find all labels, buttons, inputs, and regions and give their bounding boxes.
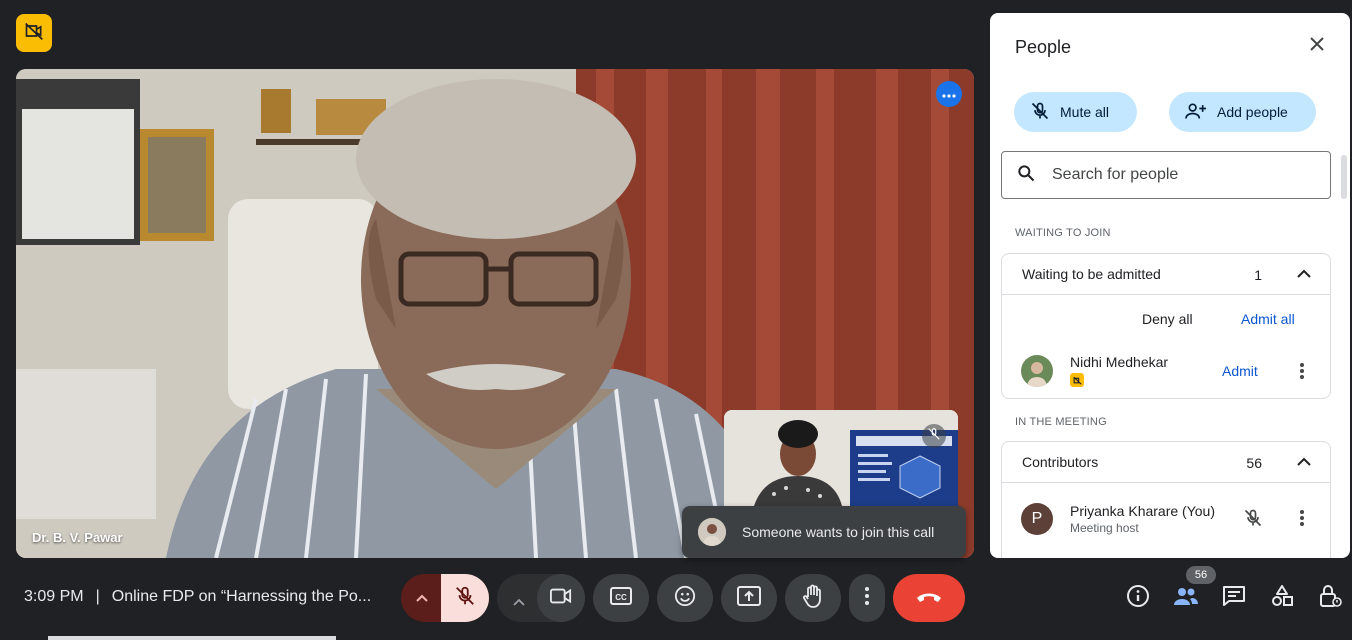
host-controls-button[interactable] [1316, 584, 1344, 612]
kebab-icon [865, 586, 869, 610]
speaker-name-label: Dr. B. V. Pawar [32, 530, 123, 545]
participant-count-badge: 56 [1186, 566, 1216, 584]
contributor-name: Priyanka Kharare (You) [1070, 503, 1216, 519]
more-options-button[interactable] [849, 574, 885, 622]
waiting-person-row: Nidhi Medhekar [1021, 354, 1168, 387]
leave-call-button[interactable] [893, 574, 965, 622]
self-view-tile[interactable] [724, 410, 958, 506]
self-mic-off-indicator [922, 424, 946, 448]
people-icon [1173, 586, 1199, 611]
chevron-up-icon[interactable] [513, 593, 525, 611]
add-people-label: Add people [1217, 104, 1288, 120]
avatar [1021, 354, 1053, 387]
info-icon [1126, 584, 1150, 613]
chevron-up-icon[interactable] [415, 590, 429, 608]
mic-off-icon [454, 585, 476, 612]
panel-title: People [1015, 37, 1072, 57]
present-icon [737, 585, 761, 611]
search-people-field[interactable] [1001, 151, 1331, 199]
kebab-icon[interactable] [1292, 508, 1312, 528]
chat-button[interactable] [1220, 584, 1248, 612]
contributors-count: 56 [1246, 455, 1262, 471]
hand-raise-icon [802, 584, 824, 613]
admit-button[interactable]: Admit [1222, 363, 1258, 379]
contributors-card-header[interactable]: Contributors 56 [1002, 442, 1330, 482]
activities-icon [1270, 584, 1294, 613]
self-view-frame [724, 410, 958, 506]
video-off-badge[interactable] [16, 14, 52, 52]
waiting-card-title: Waiting to be admitted [1022, 266, 1161, 282]
avatar: P [1021, 503, 1053, 535]
waiting-card-header[interactable]: Waiting to be admitted 1 [1002, 254, 1330, 294]
close-icon [1309, 36, 1325, 57]
taskbar-strip [48, 636, 336, 640]
mic-control-group [401, 574, 489, 622]
waiting-section-label: WAITING TO JOIN [1015, 227, 1111, 239]
mic-off-icon [927, 427, 941, 446]
reactions-button[interactable] [657, 574, 713, 622]
end-call-icon [915, 589, 943, 608]
meeting-details-button[interactable] [1124, 584, 1152, 612]
captions-icon: CC [610, 586, 632, 610]
close-panel-button[interactable] [1304, 33, 1330, 59]
deny-all-button[interactable]: Deny all [1142, 311, 1193, 327]
people-button[interactable] [1172, 584, 1200, 612]
contributor-row: P Priyanka Kharare (You) Meeting host [1021, 503, 1215, 535]
svg-text:CC: CC [615, 593, 627, 602]
add-person-icon [1185, 101, 1207, 124]
mute-all-label: Mute all [1060, 104, 1110, 120]
clock: 3:09 PM [24, 588, 84, 605]
mic-toggle-button[interactable] [441, 574, 489, 622]
contributors-card: Contributors 56 P Priyanka Kharare (You)… [1001, 441, 1331, 558]
search-input[interactable] [1052, 166, 1312, 184]
contributor-role: Meeting host [1070, 521, 1139, 535]
avatar [698, 518, 726, 546]
chat-icon [1222, 585, 1246, 612]
meeting-title: Online FDP on “Harnessing the Po... [111, 588, 372, 605]
separator: | [95, 588, 100, 605]
mute-all-button[interactable]: Mute all [1014, 92, 1137, 132]
camera-icon [550, 587, 572, 610]
toast-message: Someone wants to join this call [742, 524, 935, 540]
more-options-icon [942, 85, 956, 103]
camera-toggle-button[interactable] [537, 574, 585, 622]
meeting-section-label: IN THE MEETING [1015, 416, 1107, 428]
admit-all-button[interactable]: Admit all [1241, 311, 1295, 327]
search-icon [1016, 163, 1036, 188]
kebab-icon[interactable] [1292, 361, 1312, 381]
captions-button[interactable]: CC [593, 574, 649, 622]
present-button[interactable] [721, 574, 777, 622]
chevron-up-icon[interactable] [1294, 264, 1314, 284]
divider [1002, 482, 1330, 483]
emoji-icon [674, 585, 696, 612]
camera-control-group [497, 574, 585, 622]
mic-off-icon [1030, 101, 1050, 124]
add-people-button[interactable]: Add people [1169, 92, 1316, 132]
video-off-badge-icon [1070, 373, 1084, 387]
waiting-card: Waiting to be admitted 1 Deny all Admit … [1001, 253, 1331, 399]
people-panel: People Mute all Add people WAITING TO JO… [990, 13, 1350, 558]
waiting-person-name: Nidhi Medhekar [1070, 354, 1169, 370]
activities-button[interactable] [1268, 584, 1296, 612]
meeting-info-line: 3:09 PM | Online FDP on “Harnessing the … [24, 588, 371, 606]
mic-off-icon [1243, 508, 1263, 528]
raise-hand-button[interactable] [785, 574, 841, 622]
contributors-card-title: Contributors [1022, 454, 1099, 470]
host-controls-icon [1318, 584, 1342, 613]
divider [1002, 294, 1330, 295]
video-off-badge-icon [24, 21, 44, 46]
panel-scrollbar[interactable] [1341, 155, 1347, 199]
waiting-count: 1 [1254, 267, 1262, 283]
avatar-initial: P [1031, 510, 1043, 527]
join-request-toast[interactable]: Someone wants to join this call [682, 506, 966, 558]
tile-options-button[interactable] [936, 81, 962, 107]
chevron-up-icon[interactable] [1294, 452, 1314, 472]
